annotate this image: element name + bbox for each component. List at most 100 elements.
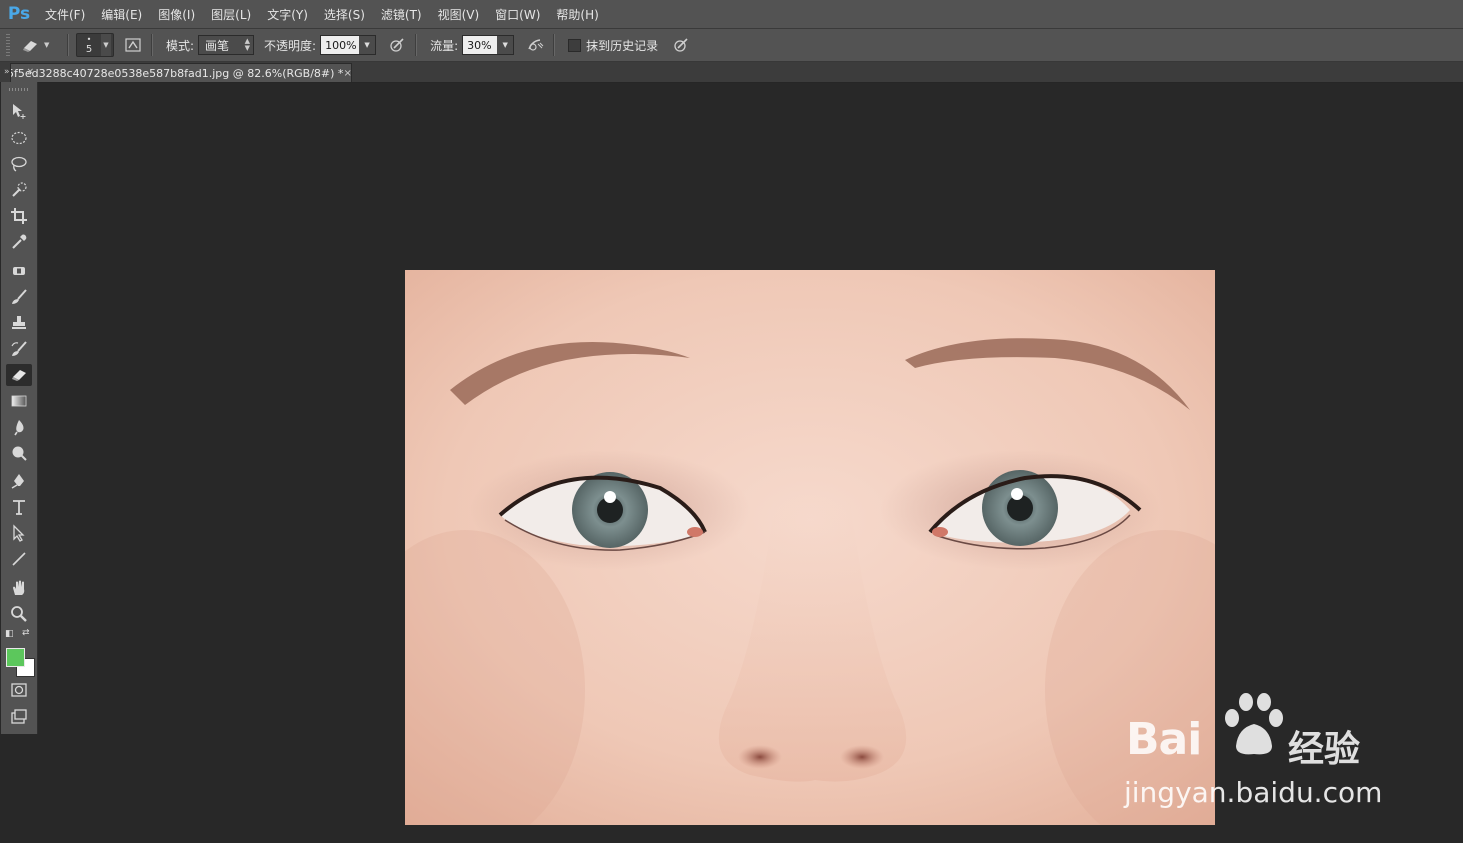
chevron-down-icon[interactable]: ▼ [359, 36, 376, 54]
airbrush-button[interactable] [524, 34, 546, 56]
divider [67, 34, 69, 56]
quick-mask-button[interactable] [6, 679, 32, 701]
opacity-value[interactable]: 100% [321, 36, 360, 54]
photoshop-logo: Ps [7, 4, 31, 24]
quick-mask-icon [11, 683, 27, 697]
watermark-brand-cn: 经验 [1288, 729, 1361, 770]
move-icon [13, 104, 26, 119]
hand-icon [13, 580, 25, 595]
pressure-opacity-icon [390, 38, 404, 52]
brush-panel-toggle[interactable] [122, 34, 144, 56]
screen-mode-button[interactable] [6, 706, 32, 728]
watermark-brand: Bai [1126, 714, 1202, 765]
opacity-label: 不透明度: [264, 38, 317, 53]
menu-type[interactable]: 文字(Y) [267, 6, 308, 23]
menu-filter[interactable]: 滤镜(T) [381, 6, 422, 23]
tool-preset-picker[interactable]: ▼ [20, 34, 60, 56]
document-canvas[interactable] [405, 270, 1215, 825]
brush-preset-picker[interactable]: • 5 ▼ [76, 33, 114, 57]
menu-layer[interactable]: 图层(L) [211, 6, 251, 23]
mode-value: 画笔 [205, 38, 230, 53]
history-brush-tool[interactable] [6, 338, 32, 360]
pen-icon [11, 474, 24, 489]
options-bar: ▼ • 5 ▼ 模式: 画笔 ▲ ▼ 不透明度: 100% ▼ 流量: 30% ▼ [0, 29, 1463, 62]
crop-icon [11, 208, 27, 224]
menu-edit[interactable]: 编辑(E) [101, 6, 142, 23]
path-select-tool[interactable] [6, 522, 32, 544]
menu-view[interactable]: 视图(V) [438, 6, 480, 23]
toolbox-header: » × [0, 62, 38, 82]
swap-colors-icon[interactable]: ⇄ [22, 628, 30, 638]
move-tool[interactable] [6, 100, 32, 122]
ellipse-marquee-icon [11, 131, 27, 145]
history-brush-icon [11, 341, 27, 356]
blur-tool[interactable] [6, 416, 32, 438]
line-icon [12, 552, 26, 566]
size-pressure-button[interactable] [670, 34, 692, 56]
opacity-field[interactable]: 100% ▼ [320, 35, 377, 55]
blur-drop-icon [14, 420, 24, 436]
erase-to-history-label[interactable]: 抹到历史记录 [586, 37, 658, 54]
healing-brush-tool[interactable] [6, 260, 32, 282]
mode-label: 模式: [166, 38, 195, 53]
chevron-down-icon[interactable]: ▼ [497, 36, 514, 54]
divider [553, 34, 556, 56]
clone-stamp-tool[interactable] [6, 312, 32, 334]
close-icon[interactable]: × [26, 67, 34, 77]
baidu-paw-icon [1225, 693, 1283, 755]
close-icon[interactable]: × [343, 68, 351, 79]
eyedropper-tool[interactable] [6, 231, 32, 253]
flow-label: 流量: [430, 38, 459, 53]
menu-window[interactable]: 窗口(W) [495, 6, 540, 23]
eraser-tool[interactable] [6, 364, 32, 386]
hand-tool[interactable] [6, 577, 32, 599]
lasso-icon [11, 156, 27, 172]
zoom-icon [11, 606, 27, 622]
lasso-tool[interactable] [6, 153, 32, 175]
crop-tool[interactable] [6, 205, 32, 227]
mode-select[interactable]: 画笔 ▲ ▼ [198, 35, 255, 55]
menu-image[interactable]: 图像(I) [158, 6, 195, 23]
line-tool[interactable] [6, 548, 32, 570]
gradient-tool[interactable] [6, 390, 32, 412]
foreground-color-swatch[interactable] [6, 648, 25, 667]
document-tab[interactable]: 5f5ed3288c40728e0538e587b8fad1.jpg @ 82.… [10, 63, 352, 82]
expand-panel-icon[interactable]: » [4, 67, 10, 77]
default-colors-icon[interactable]: ◧ [5, 629, 14, 639]
menu-select[interactable]: 选择(S) [324, 6, 365, 23]
menu-bar: Ps 文件(F) 编辑(E) 图像(I) 图层(L) 文字(Y) 选择(S) 滤… [0, 0, 1463, 29]
baidu-watermark: Bai 经验 jingyan.baidu.com [1118, 688, 1388, 818]
eraser-icon [12, 370, 26, 381]
bandage-icon [13, 267, 25, 275]
gradient-icon [11, 395, 27, 407]
eraser-icon [23, 41, 37, 52]
opacity-pressure-button[interactable] [386, 34, 408, 56]
document-tab-title: 5f5ed3288c40728e0538e587b8fad1.jpg @ 82.… [10, 66, 344, 80]
quick-select-icon [12, 182, 27, 197]
stamp-icon [12, 316, 26, 329]
flow-field[interactable]: 30% ▼ [462, 35, 515, 55]
brush-size-value: 5 [85, 44, 93, 55]
text-icon [13, 500, 25, 515]
marquee-tool[interactable] [6, 127, 32, 149]
brush-icon [12, 289, 27, 304]
quick-select-tool[interactable] [6, 179, 32, 201]
menu-help[interactable]: 帮助(H) [556, 6, 598, 23]
type-tool[interactable] [6, 496, 32, 518]
pressure-size-icon [674, 38, 688, 52]
zoom-tool[interactable] [6, 603, 32, 625]
updown-icon: ▲ ▼ [244, 37, 251, 52]
divider [151, 34, 153, 56]
dodge-tool[interactable] [6, 442, 32, 464]
toolbox: ◧ ⇄ [1, 82, 38, 734]
toolbox-grip[interactable] [9, 88, 29, 91]
menu-file[interactable]: 文件(F) [45, 6, 85, 23]
options-bar-grip[interactable] [6, 34, 10, 56]
erase-to-history-checkbox[interactable] [568, 38, 582, 52]
path-select-arrow-icon [13, 524, 25, 542]
face-photo [405, 270, 1215, 825]
flow-value[interactable]: 30% [463, 36, 498, 54]
screen-mode-icon [11, 709, 27, 724]
brush-tool[interactable] [6, 286, 32, 308]
pen-tool[interactable] [6, 470, 32, 492]
